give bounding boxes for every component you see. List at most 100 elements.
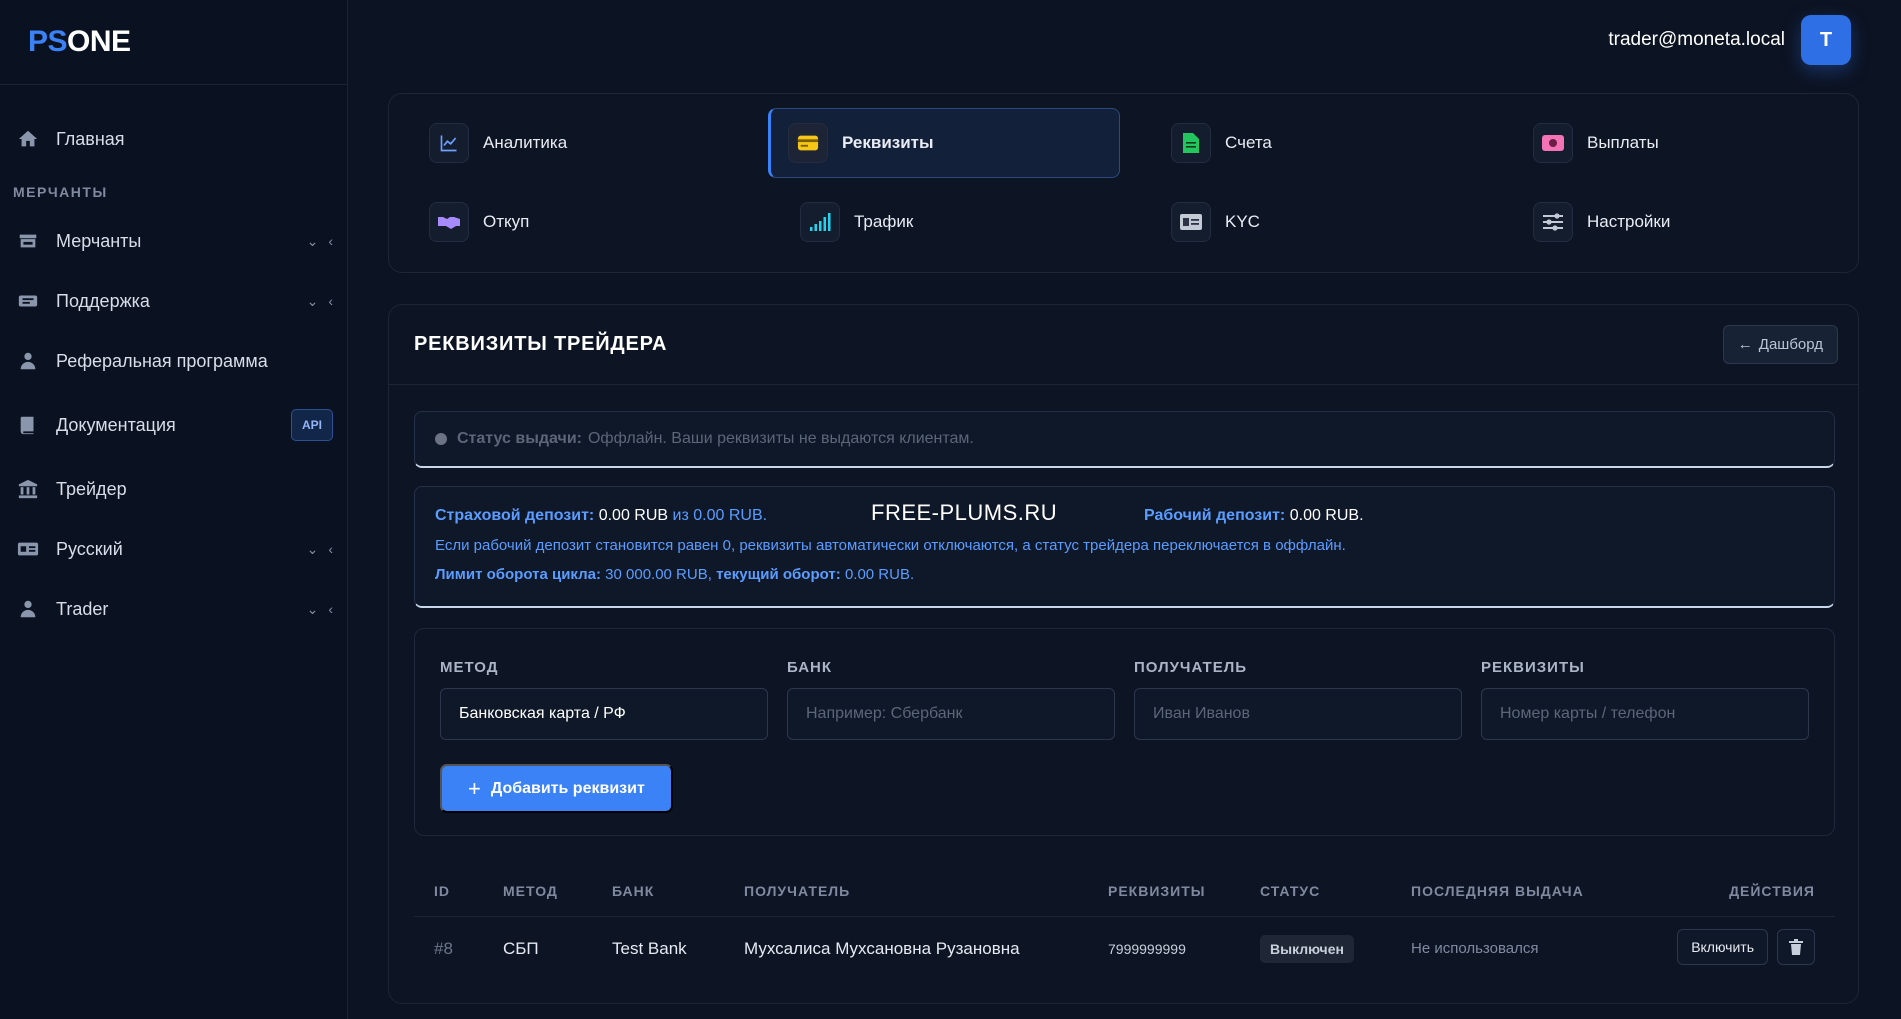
add-button-label: Добавить реквизит xyxy=(490,779,645,797)
bank-field: БАНК Например: Сбербанк xyxy=(787,659,1115,740)
column-header: МЕТОД xyxy=(503,883,558,899)
row-recipient: Мухсалиса Мухсановна Рузановна xyxy=(744,939,1020,958)
chevron-left-icon: ‹ xyxy=(328,293,333,309)
requisites-label: РЕКВИЗИТЫ xyxy=(1481,659,1585,676)
recipient-label: ПОЛУЧАТЕЛЬ xyxy=(1134,659,1248,676)
column-header: ПОСЛЕДНЯЯ ВЫДАЧА xyxy=(1411,883,1584,899)
tab-label: Реквизиты xyxy=(842,133,934,152)
sidebar-item-label: Trader xyxy=(56,598,109,619)
ticket-icon xyxy=(16,289,40,313)
avatar[interactable]: T xyxy=(1801,15,1851,65)
section-tabs: Аналитика Реквизиты Счета Выплаты Откуп xyxy=(388,93,1859,273)
column-header: СТАТУС xyxy=(1260,883,1321,899)
status-text: Оффлайн. Ваши реквизиты не выдаются клие… xyxy=(587,430,974,447)
row-last-issue: Не использовался xyxy=(1411,940,1539,957)
row-requisites: 7999999999 xyxy=(1108,941,1186,957)
tab-label: Настройки xyxy=(1587,212,1671,231)
sidebar: PSONE Главная МЕРЧАНТЫ Мерчанты ⌄ ‹ Подд… xyxy=(0,0,348,1019)
tab-label: Откуп xyxy=(483,212,530,231)
chevron-down-icon: ⌄ xyxy=(306,292,319,309)
sidebar-item-label: Мерчанты xyxy=(56,230,142,251)
sidebar-item-label: Поддержка xyxy=(56,290,150,311)
method-label: МЕТОД xyxy=(440,659,499,676)
method-field: МЕТОД Банковская карта / РФ xyxy=(440,659,768,740)
recipient-input[interactable]: Иван Иванов xyxy=(1134,688,1462,740)
home-icon xyxy=(16,127,40,151)
logo-bar: PSONE xyxy=(0,0,347,85)
tab-traffic[interactable]: Трафик xyxy=(768,187,1120,257)
status-banner: Статус выдачи: Оффлайн. Ваши реквизиты н… xyxy=(414,411,1835,468)
column-header: РЕКВИЗИТЫ xyxy=(1108,883,1206,899)
delete-button[interactable] xyxy=(1777,929,1815,965)
sidebar-item-label: Трейдер xyxy=(56,478,127,499)
back-button-label: Дашборд xyxy=(1758,336,1823,353)
store-icon xyxy=(16,229,40,253)
working-deposit-value: 0.00 RUB. xyxy=(1289,507,1364,524)
column-header: БАНК xyxy=(612,883,655,899)
tab-analytics[interactable]: Аналитика xyxy=(397,108,749,178)
sidebar-item-support[interactable]: Поддержка ⌄ ‹ xyxy=(0,271,347,331)
tab-accounts[interactable]: Счета xyxy=(1139,108,1491,178)
credit-card-icon xyxy=(788,123,828,163)
page-title: РЕКВИЗИТЫ ТРЕЙДЕРА xyxy=(414,333,668,355)
working-deposit: Рабочий депозит: 0.00 RUB. xyxy=(1144,507,1364,525)
limit-value: 30 000.00 RUB, xyxy=(605,566,712,583)
status-dot-icon xyxy=(435,433,447,445)
turnover-row: Лимит оборота цикла: 30 000.00 RUB, теку… xyxy=(435,566,1814,583)
handshake-icon xyxy=(429,202,469,242)
status-badge: Выключен xyxy=(1260,935,1354,963)
chevron-down-icon: ⌄ xyxy=(306,540,319,557)
requisites-card: РЕКВИЗИТЫ ТРЕЙДЕРА ← Дашборд Статус выда… xyxy=(388,304,1859,1004)
bank-input[interactable]: Например: Сбербанк xyxy=(787,688,1115,740)
enable-button[interactable]: Включить xyxy=(1677,929,1768,965)
column-header: ID xyxy=(434,883,450,899)
sidebar-item-trader[interactable]: Трейдер xyxy=(0,459,347,519)
tab-label: Трафик xyxy=(854,212,914,231)
bank-icon xyxy=(16,477,40,501)
app-root: PSONE Главная МЕРЧАНТЫ Мерчанты ⌄ ‹ Подд… xyxy=(0,0,1901,1019)
sidebar-item-home[interactable]: Главная xyxy=(0,109,347,169)
sidebar-item-label: Реферальная программа xyxy=(56,350,268,371)
working-deposit-label: Рабочий депозит: xyxy=(1144,507,1286,524)
signal-bars-icon xyxy=(800,202,840,242)
sidebar-item-label: Русский xyxy=(56,538,123,559)
chart-line-icon xyxy=(429,123,469,163)
sidebar-item-user[interactable]: Trader ⌄ ‹ xyxy=(0,579,347,639)
deposit-info: Страховой депозит: 0.00 RUB из 0.00 RUB.… xyxy=(414,486,1835,608)
back-to-dashboard-button[interactable]: ← Дашборд xyxy=(1722,325,1838,364)
sidebar-item-merchants[interactable]: Мерчанты ⌄ ‹ xyxy=(0,211,347,271)
topbar: trader@moneta.local T xyxy=(348,0,1901,80)
sidebar-nav: Главная МЕРЧАНТЫ Мерчанты ⌄ ‹ Поддержка … xyxy=(0,85,347,639)
sidebar-item-language[interactable]: Русский ⌄ ‹ xyxy=(0,519,347,579)
tab-payouts[interactable]: Выплаты xyxy=(1501,108,1853,178)
tab-buyback[interactable]: Откуп xyxy=(397,187,749,257)
turnover-label: текущий оборот: xyxy=(716,566,841,583)
method-select[interactable]: Банковская карта / РФ xyxy=(440,688,768,740)
row-bank: Test Bank xyxy=(612,939,687,958)
turnover-value: 0.00 RUB. xyxy=(844,566,915,583)
limit-label: Лимит оборота цикла: xyxy=(435,566,601,583)
plus-icon: + xyxy=(468,775,481,801)
tab-label: KYC xyxy=(1225,212,1260,231)
tab-label: Аналитика xyxy=(483,133,568,152)
tab-label: Выплаты xyxy=(1587,133,1659,152)
book-icon xyxy=(16,413,40,437)
brand-logo[interactable]: PSONE xyxy=(28,25,131,59)
requisites-input[interactable]: Номер карты / телефон xyxy=(1481,688,1809,740)
sidebar-item-docs[interactable]: Документация API xyxy=(0,391,347,459)
deposit-row: Страховой депозит: 0.00 RUB из 0.00 RUB.… xyxy=(435,500,1814,529)
tab-label: Счета xyxy=(1225,133,1272,152)
tab-requisites[interactable]: Реквизиты xyxy=(768,108,1120,178)
column-header: ПОЛУЧАТЕЛЬ xyxy=(744,883,851,899)
chevron-left-icon: ‹ xyxy=(328,601,333,617)
deposit-note: Если рабочий депозит становится равен 0,… xyxy=(435,537,1346,554)
sidebar-item-referral[interactable]: Реферальная программа xyxy=(0,331,347,391)
add-requisite-button[interactable]: + Добавить реквизит xyxy=(440,764,673,813)
user-email[interactable]: trader@moneta.local xyxy=(1608,29,1785,51)
tab-settings[interactable]: Настройки xyxy=(1501,187,1853,257)
sidebar-item-label: Документация xyxy=(56,414,176,435)
chevron-down-icon: ⌄ xyxy=(306,600,319,617)
tab-kyc[interactable]: KYC xyxy=(1139,187,1491,257)
sidebar-section-merchants: МЕРЧАНТЫ xyxy=(13,184,108,200)
trash-icon xyxy=(1789,939,1803,955)
